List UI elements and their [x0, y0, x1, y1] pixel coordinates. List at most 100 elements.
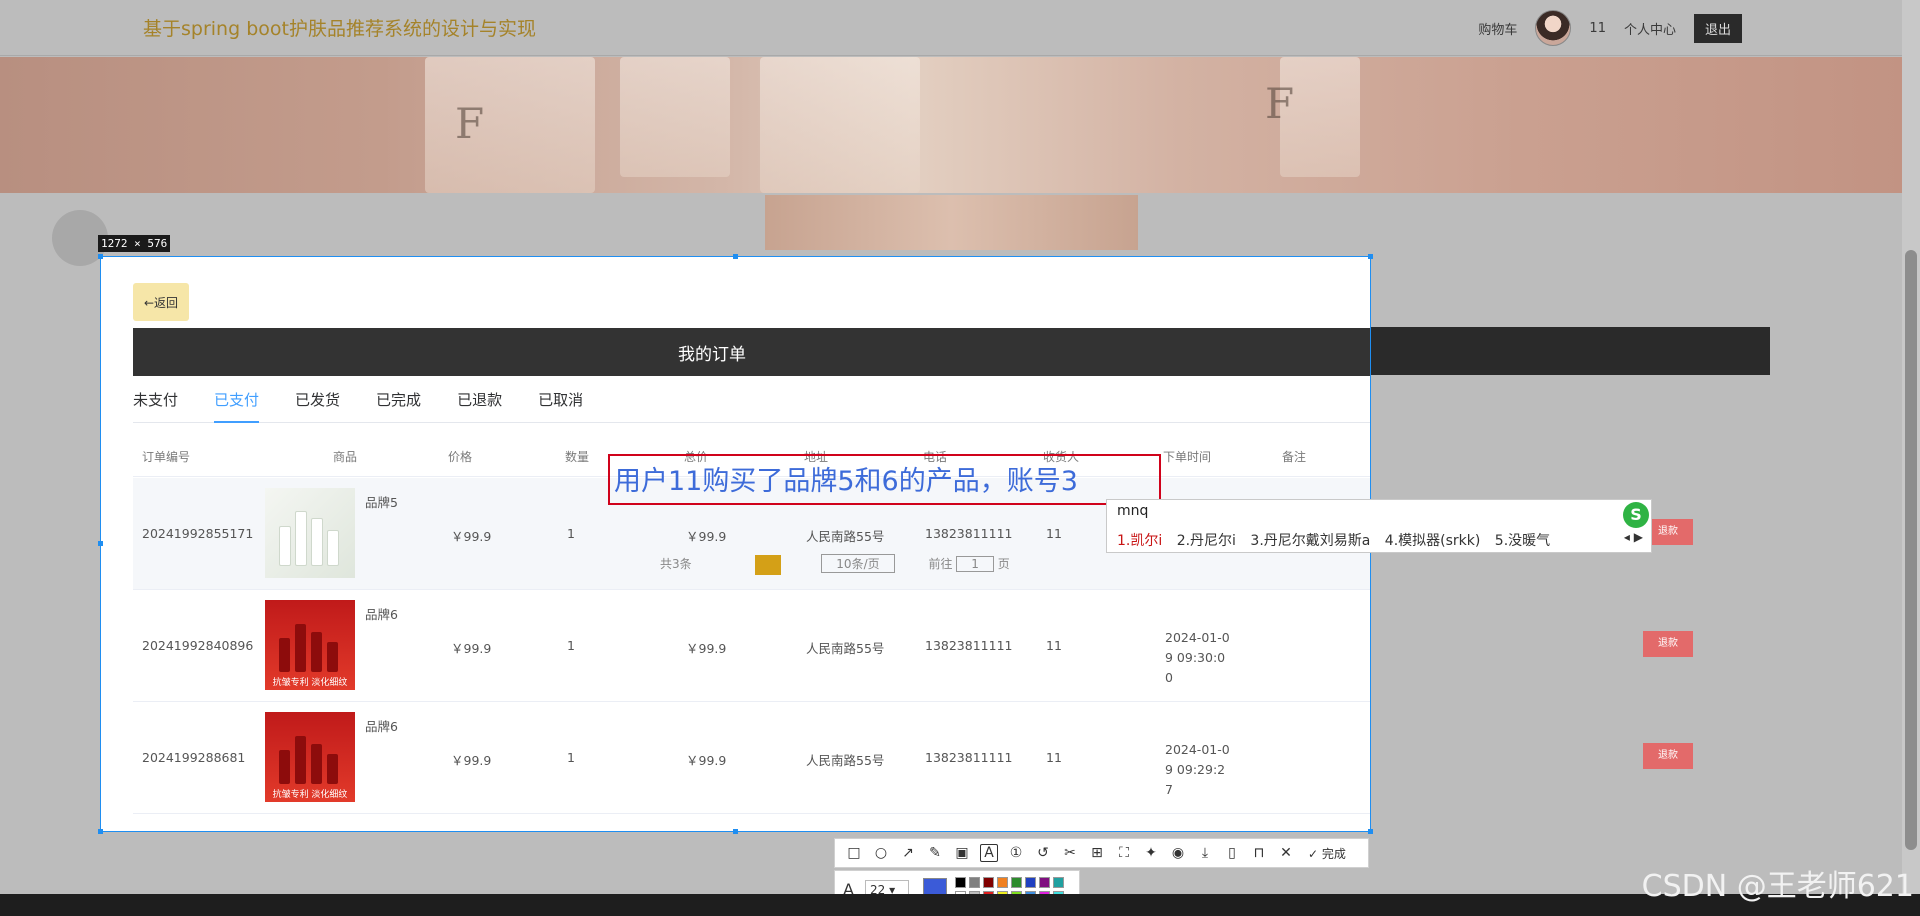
- col-qty: 数量: [565, 450, 590, 464]
- arrow-tool-icon[interactable]: ↗: [899, 845, 917, 861]
- undo-icon[interactable]: ↺: [1034, 845, 1052, 861]
- product-thumbnail[interactable]: [265, 488, 355, 578]
- order-time: 2024-01-09 09:30:00: [1165, 630, 1230, 685]
- avatar[interactable]: [1535, 10, 1572, 46]
- product-name[interactable]: 品牌5: [365, 492, 398, 511]
- banner-strip: [765, 195, 1138, 250]
- sogou-logo-icon[interactable]: S: [1623, 502, 1649, 528]
- profile-link[interactable]: 个人中心: [1624, 19, 1676, 38]
- col-order-no: 订单编号: [142, 450, 191, 464]
- cutout-tool-icon[interactable]: ✂: [1061, 845, 1079, 861]
- resize-handle[interactable]: [1368, 829, 1373, 834]
- ime-candidate[interactable]: 1.凯尔i: [1117, 533, 1162, 549]
- pin-icon[interactable]: ✦: [1142, 845, 1160, 861]
- record-icon[interactable]: ◉: [1169, 845, 1187, 861]
- done-label: 完成: [1321, 846, 1346, 861]
- quantity: 1: [567, 638, 575, 653]
- pager-total: 共3条: [660, 557, 692, 571]
- total: ￥99.9: [686, 753, 727, 768]
- product-name[interactable]: 品牌6: [365, 604, 398, 623]
- quantity: 1: [567, 526, 575, 541]
- translate-tool-icon[interactable]: ⊞: [1088, 845, 1106, 861]
- pager-current-page[interactable]: [755, 554, 782, 575]
- resize-handle[interactable]: [733, 829, 738, 834]
- tab-refunded[interactable]: 已退款: [457, 377, 502, 422]
- pager-page-suffix: 页: [997, 557, 1010, 571]
- product-thumbnail[interactable]: 抗皱专利 淡化细纹: [265, 600, 355, 690]
- address: 人民南路55号: [806, 641, 885, 656]
- table-row[interactable]: 2024199288681 抗皱专利 淡化细纹 品牌6 ￥99.9 1 ￥99.…: [133, 702, 1370, 814]
- top-nav: 购物车 11 个人中心 退出: [1478, 10, 1742, 46]
- number-tool-icon[interactable]: ①: [1007, 845, 1025, 861]
- close-icon[interactable]: ✕: [1277, 845, 1295, 861]
- color-swatch[interactable]: [969, 877, 980, 888]
- receiver: 11: [1046, 750, 1062, 765]
- scrollbar-thumb[interactable]: [1905, 250, 1917, 850]
- table-row[interactable]: 20241992840896 抗皱专利 淡化细纹 品牌6 ￥99.9 1 ￥99…: [133, 590, 1370, 702]
- brand-logo-icon: F: [455, 99, 485, 148]
- address: 人民南路55号: [806, 753, 885, 768]
- tab-shipped[interactable]: 已发货: [295, 377, 340, 422]
- product-name[interactable]: 品牌6: [365, 716, 398, 735]
- product-thumbnail[interactable]: 抗皱专利 淡化细纹: [265, 712, 355, 802]
- ime-input: mnq: [1117, 503, 1149, 519]
- tab-cancelled[interactable]: 已取消: [538, 377, 583, 422]
- color-swatch[interactable]: [983, 877, 994, 888]
- back-button[interactable]: ←返回: [133, 283, 189, 321]
- cart-link[interactable]: 购物车: [1478, 19, 1517, 38]
- banner-product: [620, 57, 730, 177]
- color-swatch[interactable]: [1011, 877, 1022, 888]
- site-title[interactable]: 基于spring boot护肤品推荐系统的设计与实现: [143, 14, 536, 41]
- resize-handle[interactable]: [1368, 254, 1373, 259]
- ime-next-page-icon[interactable]: ◂ ▶: [1624, 530, 1643, 544]
- watermark: CSDN @王老师621: [1641, 869, 1914, 904]
- resize-handle[interactable]: [98, 829, 103, 834]
- bookmark-icon[interactable]: ⊓: [1250, 845, 1268, 861]
- color-swatch[interactable]: [955, 877, 966, 888]
- col-time: 下单时间: [1163, 450, 1212, 464]
- col-note: 备注: [1282, 450, 1307, 464]
- resize-handle[interactable]: [733, 254, 738, 259]
- color-swatch[interactable]: [1039, 877, 1050, 888]
- username: 11: [1589, 20, 1606, 36]
- thumb-caption: 抗皱专利 淡化细纹: [272, 678, 348, 688]
- capture-size-label: 1272 × 576: [98, 235, 171, 252]
- phone: 13823811111: [925, 526, 1013, 541]
- ime-candidate[interactable]: 3.丹尼尔戴刘易斯a: [1250, 533, 1370, 549]
- ellipse-tool-icon[interactable]: ○: [872, 845, 890, 861]
- pager-goto-label: 前往: [928, 557, 953, 571]
- ime-candidate[interactable]: 5.没暖气: [1495, 533, 1550, 549]
- color-swatch[interactable]: [1025, 877, 1036, 888]
- pager-goto-input[interactable]: 1: [956, 556, 994, 572]
- scan-tool-icon[interactable]: ⛶: [1115, 845, 1133, 861]
- logout-button[interactable]: 退出: [1693, 13, 1742, 43]
- tab-paid[interactable]: 已支付: [214, 377, 260, 423]
- refund-button[interactable]: 退款: [1643, 631, 1693, 657]
- refund-button[interactable]: 退款: [1643, 743, 1693, 769]
- rectangle-tool-icon[interactable]: □: [845, 845, 863, 861]
- text-tool-icon[interactable]: A: [980, 844, 998, 862]
- tab-unpaid[interactable]: 未支付: [133, 377, 178, 422]
- page-scrollbar[interactable]: [1902, 0, 1920, 916]
- resize-handle[interactable]: [98, 541, 103, 546]
- phone: 13823811111: [925, 638, 1013, 653]
- phone-icon[interactable]: ▯: [1223, 845, 1241, 861]
- ime-candidate-window[interactable]: mnq S 1.凯尔i 2.丹尼尔i 3.丹尼尔戴刘易斯a 4.模拟器(srkk…: [1106, 499, 1652, 553]
- tab-completed[interactable]: 已完成: [376, 377, 421, 422]
- color-swatch[interactable]: [1053, 877, 1064, 888]
- done-button[interactable]: ✓ 完成: [1308, 845, 1346, 862]
- mosaic-tool-icon[interactable]: ▣: [953, 845, 971, 861]
- ime-candidate[interactable]: 4.模拟器(srkk): [1385, 533, 1481, 549]
- ime-candidate[interactable]: 2.丹尼尔i: [1177, 533, 1236, 549]
- pen-tool-icon[interactable]: ✎: [926, 845, 944, 861]
- col-price: 价格: [448, 450, 473, 464]
- pagination: 共3条 10条/页 前往 1 页: [660, 554, 1010, 575]
- save-icon[interactable]: ⤓: [1196, 845, 1214, 861]
- resize-handle[interactable]: [98, 254, 103, 259]
- annotation-text[interactable]: 用户11购买了品牌5和6的产品，账号3: [614, 459, 1078, 498]
- color-swatch[interactable]: [997, 877, 1008, 888]
- price: ￥99.9: [451, 529, 492, 544]
- screenshot-toolbar: □ ○ ↗ ✎ ▣ A ① ↺ ✂ ⊞ ⛶ ✦ ◉ ⤓ ▯ ⊓ ✕ ✓ 完成: [834, 838, 1369, 868]
- price: ￥99.9: [451, 753, 492, 768]
- pager-size-select[interactable]: 10条/页: [821, 554, 895, 573]
